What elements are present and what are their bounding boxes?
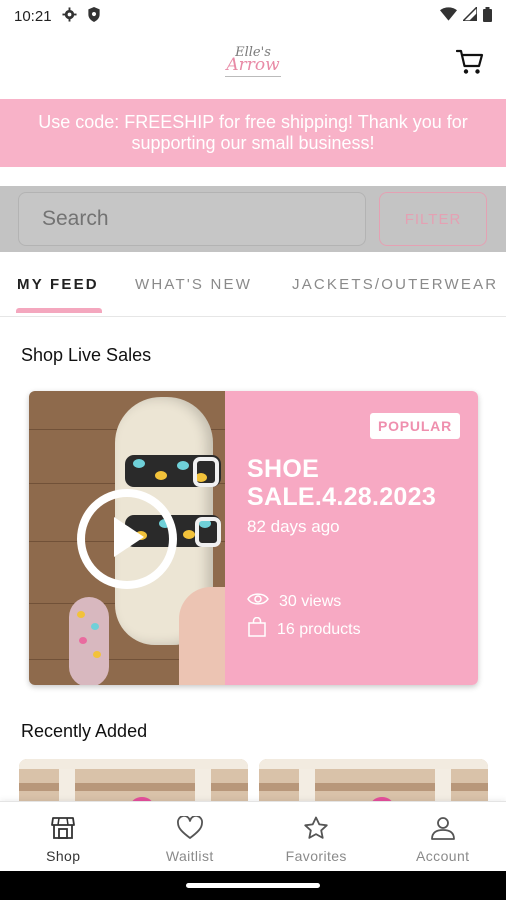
system-navigation-bar — [0, 871, 506, 900]
wifi-icon — [440, 7, 457, 25]
products-stat: 16 products — [247, 616, 361, 642]
live-sale-card[interactable]: POPULAR SHOE SALE.4.28.2023 82 days ago … — [29, 391, 478, 685]
live-sale-age: 82 days ago — [247, 517, 340, 536]
nav-waitlist[interactable]: Waitlist — [127, 802, 254, 872]
recently-added-heading: Recently Added — [21, 721, 148, 741]
tab-whats-new[interactable]: WHAT'S NEW — [135, 276, 252, 293]
live-sales-heading: Shop Live Sales — [21, 345, 152, 365]
brand-logo[interactable]: Elle's Arrow — [225, 46, 281, 77]
search-bar: FILTER — [0, 186, 506, 252]
hand-image — [179, 587, 225, 685]
home-gesture-handle[interactable] — [186, 883, 320, 888]
tab-jackets-outerwear[interactable]: JACKETS/OUTERWEAR — [292, 276, 498, 293]
person-icon — [429, 814, 457, 842]
status-left: 10:21 — [14, 6, 101, 26]
popular-badge: POPULAR — [369, 413, 460, 439]
cart-icon — [455, 49, 484, 80]
signal-icon — [461, 5, 478, 25]
bottom-navigation: Shop Waitlist Favorites Account — [0, 801, 506, 872]
logo-line-2: Arrow — [226, 55, 280, 75]
logo-underline — [225, 76, 281, 77]
nav-account[interactable]: Account — [380, 802, 506, 872]
nav-label-waitlist: Waitlist — [165, 848, 214, 864]
status-time: 10:21 — [14, 7, 52, 25]
tab-my-feed[interactable]: MY FEED — [17, 276, 99, 293]
nav-favorites[interactable]: Favorites — [253, 802, 380, 872]
recent-product-card[interactable] — [259, 759, 488, 805]
shield-icon — [87, 6, 101, 26]
play-icon — [108, 515, 146, 564]
status-right — [440, 5, 492, 26]
sandal-buckle — [195, 517, 221, 547]
nav-label-account: Account — [416, 848, 470, 864]
app-header: Elle's Arrow — [0, 32, 506, 98]
status-bar: 10:21 — [0, 0, 506, 32]
live-sale-info: POPULAR SHOE SALE.4.28.2023 82 days ago … — [225, 391, 478, 685]
heart-icon — [176, 814, 204, 842]
star-icon — [302, 814, 330, 842]
cart-button[interactable] — [454, 48, 486, 80]
nav-label-shop: Shop — [46, 848, 81, 864]
category-tabs: MY FEED WHAT'S NEW JACKETS/OUTERWEAR — [0, 258, 506, 317]
live-sale-title: SHOE SALE.4.28.2023 — [247, 455, 437, 511]
play-button[interactable] — [77, 489, 177, 589]
active-tab-indicator — [16, 308, 102, 313]
live-sale-thumbnail[interactable] — [29, 391, 225, 685]
promo-text: Use code: FREESHIP for free shipping! Th… — [38, 112, 468, 153]
products-count: 16 products — [277, 620, 361, 638]
views-count: 30 views — [279, 592, 342, 610]
nav-shop[interactable]: Shop — [0, 802, 127, 872]
search-input[interactable] — [18, 192, 366, 246]
promo-banner: Use code: FREESHIP for free shipping! Th… — [0, 99, 506, 167]
battery-icon — [483, 6, 492, 26]
views-stat: 30 views — [247, 592, 341, 611]
shopping-bag-icon — [247, 616, 267, 642]
sandal-buckle — [193, 457, 219, 487]
store-icon — [49, 814, 77, 842]
eye-icon — [247, 592, 269, 611]
nav-label-favorites: Favorites — [285, 848, 347, 864]
filter-button[interactable]: FILTER — [379, 192, 487, 246]
settings-icon — [62, 6, 77, 26]
small-sandal-image — [69, 597, 109, 685]
recent-product-card[interactable] — [19, 759, 248, 805]
